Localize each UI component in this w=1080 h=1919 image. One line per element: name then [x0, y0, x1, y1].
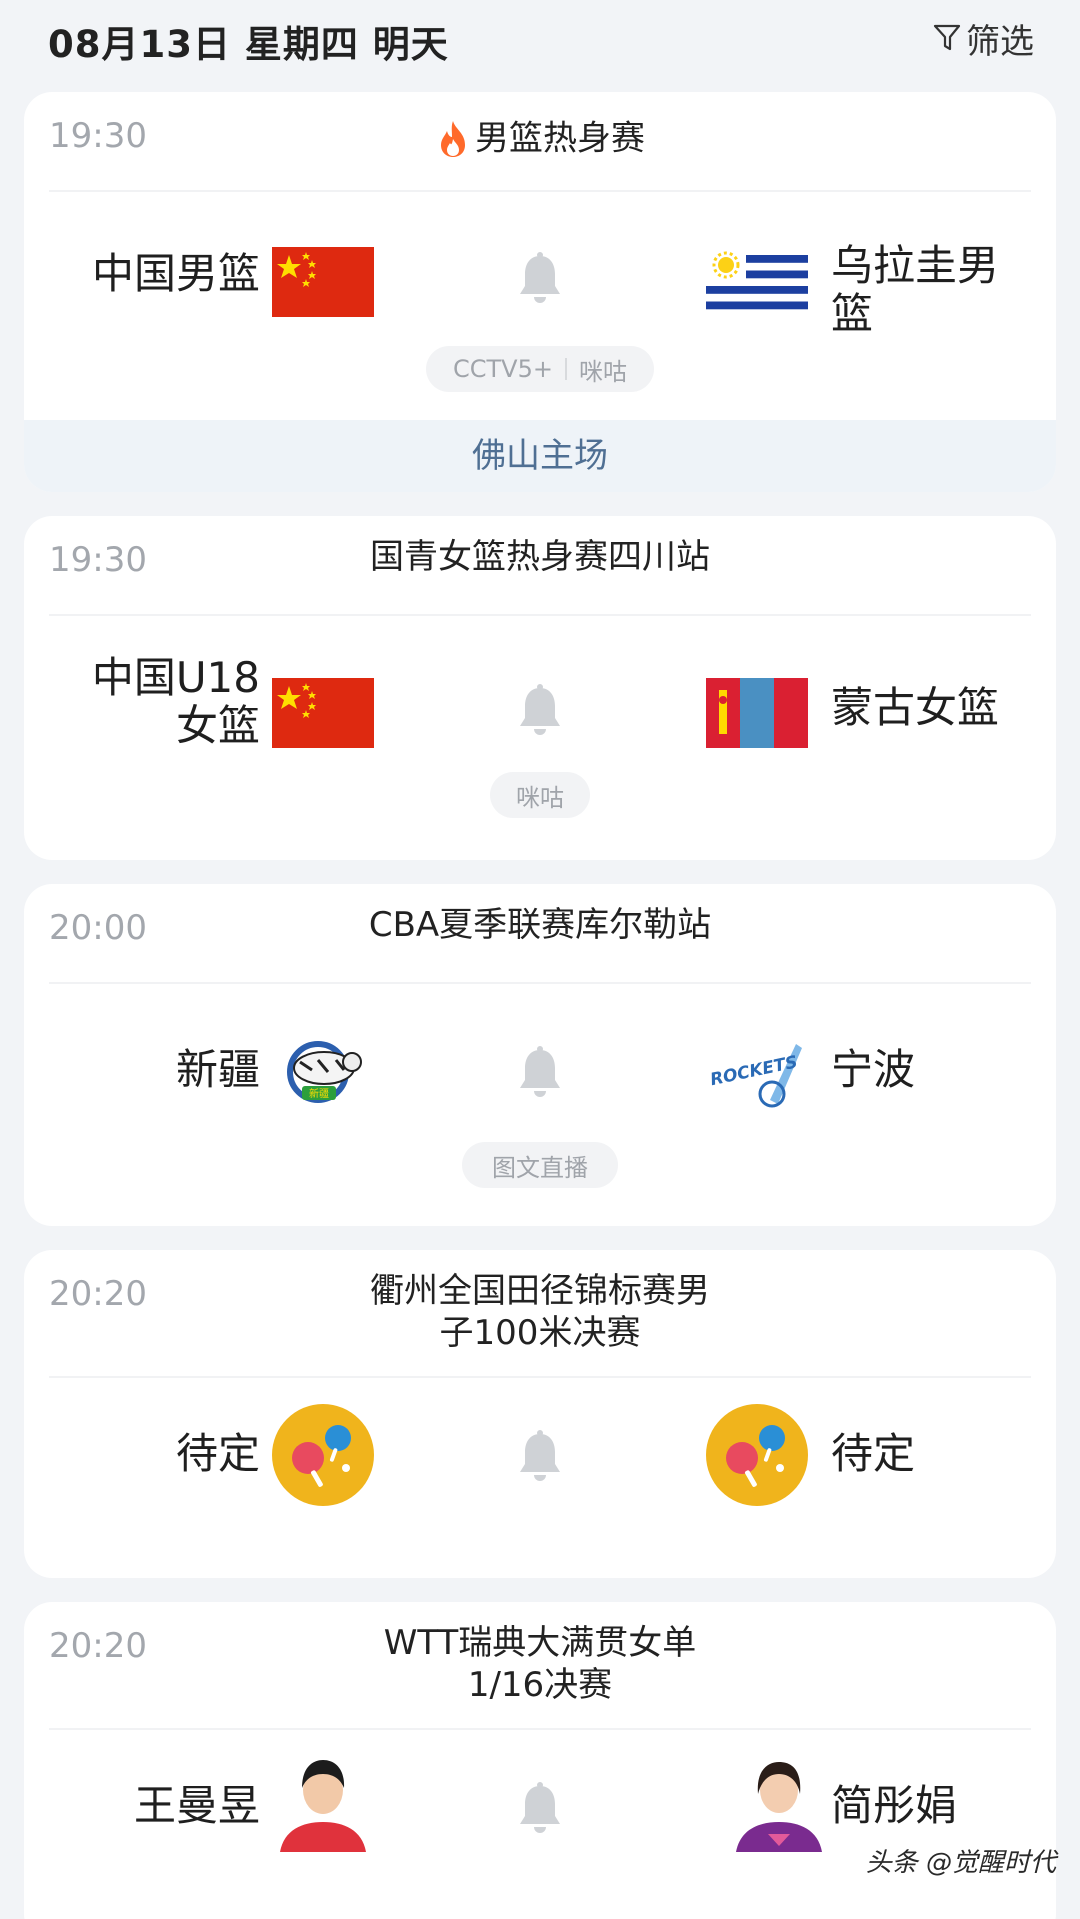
match-card-header: 19:30 男篮热身赛	[24, 92, 1056, 192]
filter-icon	[933, 24, 961, 51]
player-avatar	[272, 1750, 374, 1852]
match-title: 衢州全国田径锦标赛男子100米决赛	[370, 1271, 710, 1353]
channel-tag[interactable]: CCTV5+	[453, 355, 553, 383]
match-time: 19:30	[49, 116, 147, 156]
match-row: 中国男篮 乌拉圭男篮	[24, 192, 1056, 370]
match-time: 20:00	[49, 908, 147, 948]
match-card-header: 20:20 WTT瑞典大满贯女单1/16决赛	[24, 1602, 1056, 1730]
match-row: 中国U18女篮 蒙古女篮	[24, 616, 1056, 794]
away-team-name: 乌拉圭男篮	[831, 241, 1000, 338]
match-card-header: 20:20 衢州全国田径锦标赛男子100米决赛	[24, 1250, 1056, 1378]
xinjiang-tigers-logo: 新疆	[272, 1032, 374, 1112]
hot-flame-icon	[435, 119, 471, 159]
away-team-name: 宁波	[831, 1045, 916, 1094]
match-card[interactable]: 20:20 衢州全国田径锦标赛男子100米决赛 待定 待定	[24, 1250, 1056, 1578]
broadcast-tags[interactable]: CCTV5+ 咪咕	[426, 346, 654, 392]
away-team-name: 简彤娟	[831, 1781, 958, 1830]
away-team-name: 蒙古女篮	[831, 683, 1000, 732]
home-team-name: 新疆	[175, 1045, 260, 1094]
date-title: 08月13日 星期四 明天	[48, 23, 449, 66]
match-card[interactable]: 20:00 CBA夏季联赛库尔勒站 新疆 新疆 ROCKETS 宁波 图文直播	[24, 884, 1056, 1226]
reminder-bell-icon[interactable]	[516, 252, 564, 306]
channel-tag[interactable]: 图文直播	[492, 1148, 588, 1183]
logo-text: 新疆	[309, 1087, 329, 1100]
schedule-page: 08月13日 星期四 明天 筛选 19:30 男篮热身赛 中国男篮 乌拉圭男篮 …	[0, 0, 1080, 1919]
match-row: 待定 待定	[24, 1378, 1056, 1556]
uruguay-flag	[706, 247, 808, 317]
match-time: 20:20	[49, 1626, 147, 1666]
reminder-bell-icon[interactable]	[516, 1430, 564, 1484]
match-row: 王曼昱 简彤娟	[24, 1730, 1056, 1908]
broadcast-tags[interactable]: 咪咕	[490, 772, 590, 818]
broadcast-tags[interactable]: 图文直播	[462, 1142, 618, 1188]
home-team-name: 待定	[175, 1429, 260, 1478]
match-title-text: 男篮热身赛	[475, 118, 645, 159]
home-team-name: 中国男篮	[91, 249, 260, 298]
mongolia-flag	[706, 678, 808, 748]
match-card[interactable]: 19:30 国青女篮热身赛四川站 中国U18女篮 蒙古女篮 咪咕	[24, 516, 1056, 860]
tag-separator	[564, 358, 567, 380]
channel-tag[interactable]: 咪咕	[579, 352, 627, 387]
china-flag	[272, 678, 374, 748]
match-card[interactable]: 19:30 男篮热身赛 中国男篮 乌拉圭男篮 CCTV5+ 咪咕 佛山主场	[24, 92, 1056, 492]
match-title: 国青女篮热身赛四川站	[370, 537, 710, 577]
reminder-bell-icon[interactable]	[516, 1782, 564, 1836]
watermark: 头条 @觉醒时代	[865, 1848, 1056, 1878]
match-title: WTT瑞典大满贯女单1/16决赛	[383, 1623, 697, 1705]
filter-label: 筛选	[966, 21, 1034, 62]
filter-button[interactable]: 筛选	[932, 16, 1034, 62]
ningbo-rockets-logo: ROCKETS	[706, 1034, 808, 1112]
match-row: 新疆 新疆 ROCKETS 宁波	[24, 984, 1056, 1162]
match-time: 19:30	[49, 540, 147, 580]
china-flag	[272, 247, 374, 317]
table-tennis-placeholder-icon	[272, 1404, 374, 1506]
match-title: 男篮热身赛	[354, 116, 726, 160]
match-time: 20:20	[49, 1274, 147, 1314]
player-avatar	[728, 1750, 830, 1852]
away-team-name: 待定	[831, 1429, 916, 1478]
match-card-header: 19:30 国青女篮热身赛四川站	[24, 516, 1056, 616]
reminder-bell-icon[interactable]	[516, 1046, 564, 1100]
home-team-name: 王曼昱	[133, 1781, 260, 1830]
home-team-name: 中国U18女篮	[91, 653, 260, 750]
channel-tag[interactable]: 咪咕	[516, 778, 564, 813]
table-tennis-placeholder-icon	[706, 1404, 808, 1506]
match-title: CBA夏季联赛库尔勒站	[368, 905, 712, 945]
venue-label: 佛山主场	[24, 420, 1056, 492]
date-header: 08月13日 星期四 明天 筛选	[0, 0, 1080, 80]
match-card-header: 20:00 CBA夏季联赛库尔勒站	[24, 884, 1056, 984]
reminder-bell-icon[interactable]	[516, 684, 564, 738]
